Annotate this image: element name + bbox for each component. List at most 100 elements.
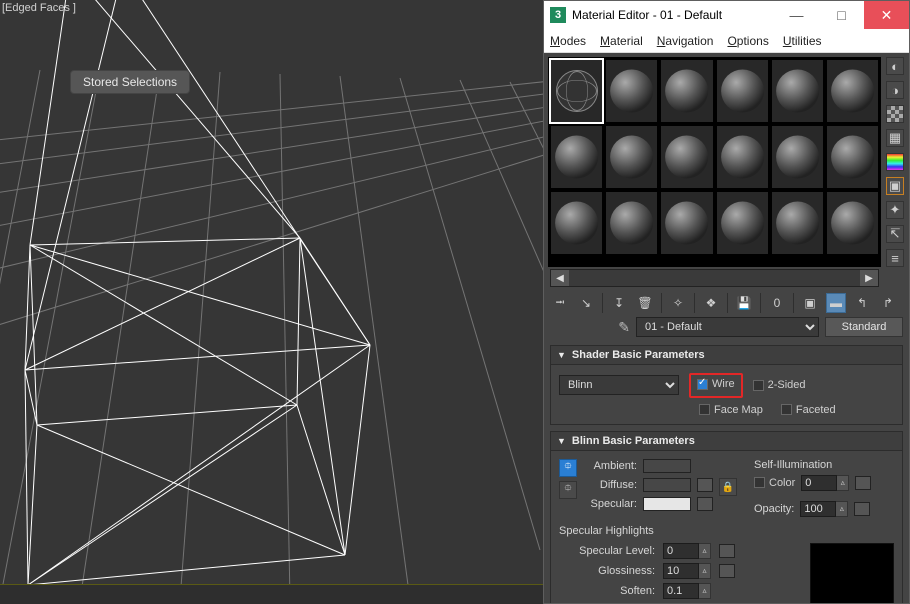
go-parent-icon[interactable]: ↰: [852, 293, 872, 313]
menu-options[interactable]: Options: [727, 34, 768, 48]
timeline-bar[interactable]: [0, 584, 543, 604]
ambient-diffuse-lock-button[interactable]: ⯐: [559, 459, 577, 477]
scroll-left-icon[interactable]: ◀: [551, 270, 569, 286]
sample-slot[interactable]: [826, 59, 879, 123]
specular-map-slot[interactable]: [697, 497, 713, 511]
put-to-scene-icon[interactable]: ↘: [576, 293, 596, 313]
sample-slot[interactable]: [716, 59, 769, 123]
viewport-3d[interactable]: [Edged Faces ] Stored Selections: [0, 0, 543, 604]
show-map-icon[interactable]: ▣: [800, 293, 820, 313]
shader-basic-header[interactable]: ▼ Shader Basic Parameters: [550, 345, 903, 365]
stored-selections-pill[interactable]: Stored Selections: [70, 70, 190, 94]
shader-basic-rollout: ▼ Shader Basic Parameters Blinn Wire: [550, 345, 903, 425]
pick-material-icon[interactable]: ✎: [550, 319, 630, 336]
show-end-result-icon[interactable]: ▬: [826, 293, 846, 313]
opacity-spinner[interactable]: ▵: [800, 501, 848, 517]
sample-slot[interactable]: [716, 125, 769, 189]
sample-slot[interactable]: [550, 125, 603, 189]
minimize-button[interactable]: —: [774, 1, 819, 29]
material-id-icon[interactable]: 0: [767, 293, 787, 313]
twosided-checkbox[interactable]: 2-Sided: [753, 379, 806, 391]
material-toolbar: ⭲ ↘ ↧ 🗑 ✧ ❖ 💾 0 ▣ ▬ ↰ ↱: [544, 287, 909, 317]
sample-slot[interactable]: [660, 59, 713, 123]
faceted-checkbox[interactable]: Faceted: [781, 404, 836, 416]
sample-hscrollbar[interactable]: ◀ ▶: [550, 269, 879, 287]
diffuse-color-swatch[interactable]: [643, 478, 691, 492]
sample-slot[interactable]: [716, 191, 769, 255]
diffuse-specular-lock-button[interactable]: ⯐: [559, 481, 577, 499]
go-forward-icon[interactable]: ↱: [878, 293, 898, 313]
self-illumination-group: Self-Illumination Color ▵ Opacit: [754, 459, 894, 517]
menu-material[interactable]: Material: [600, 34, 643, 48]
facemap-checkbox[interactable]: Face Map: [699, 404, 763, 416]
spinner-arrows-icon[interactable]: ▵: [836, 501, 848, 517]
sample-slot-1[interactable]: [550, 59, 603, 123]
shader-type-select[interactable]: Blinn: [559, 375, 679, 395]
material-type-button[interactable]: Standard: [825, 317, 903, 337]
reset-map-icon[interactable]: ✧: [668, 293, 688, 313]
assign-selection-icon[interactable]: ↧: [609, 293, 629, 313]
uv-tile-icon[interactable]: ▦: [886, 129, 904, 147]
opacity-map-slot[interactable]: [854, 502, 870, 516]
backlight-icon[interactable]: ◑: [886, 81, 904, 99]
specular-color-swatch[interactable]: [643, 497, 691, 511]
specular-level-spinner[interactable]: ▵: [663, 543, 711, 559]
lock-icon[interactable]: 🔒: [719, 478, 737, 496]
self-illum-spinner[interactable]: ▵: [801, 475, 849, 491]
select-by-material-icon[interactable]: ↸: [886, 225, 904, 243]
sample-slot[interactable]: [771, 59, 824, 123]
material-list-icon[interactable]: ≡: [886, 249, 904, 267]
get-material-icon[interactable]: ⭲: [550, 293, 570, 313]
specular-level-map-slot[interactable]: [719, 544, 735, 558]
self-illum-map-slot[interactable]: [855, 476, 871, 490]
menu-utilities[interactable]: Utilities: [783, 34, 822, 48]
material-name-select[interactable]: 01 - Default: [636, 317, 819, 337]
viewport-mode-label[interactable]: [Edged Faces ]: [2, 2, 76, 14]
material-editor-window: 3 Material Editor - 01 - Default — □ ✕ M…: [543, 0, 910, 604]
blinn-basic-header[interactable]: ▼ Blinn Basic Parameters: [550, 431, 903, 451]
sample-slot[interactable]: [771, 125, 824, 189]
ambient-color-swatch[interactable]: [643, 459, 691, 473]
titlebar[interactable]: 3 Material Editor - 01 - Default — □ ✕: [544, 1, 909, 29]
menu-navigation[interactable]: Navigation: [657, 34, 714, 48]
checkbox-on-icon: [697, 379, 708, 390]
wire-highlight: Wire: [689, 373, 743, 398]
sample-side-toolbar: ◐ ◑ ▦ ▣ ✦ ↸ ≡: [881, 57, 905, 267]
glossiness-spinner[interactable]: ▵: [663, 563, 711, 579]
sample-slot[interactable]: [605, 191, 658, 255]
sample-type-icon[interactable]: ◐: [886, 57, 904, 75]
wire-checkbox[interactable]: Wire: [697, 378, 735, 390]
sample-slot[interactable]: [660, 125, 713, 189]
collapse-icon: ▼: [557, 350, 566, 360]
sample-slot[interactable]: [605, 59, 658, 123]
glossiness-map-slot[interactable]: [719, 564, 735, 578]
make-unique-icon[interactable]: ❖: [701, 293, 721, 313]
restore-button[interactable]: □: [819, 1, 864, 29]
sample-slot[interactable]: [826, 125, 879, 189]
sample-slot[interactable]: [550, 191, 603, 255]
collapse-icon: ▼: [557, 436, 566, 446]
sample-slot[interactable]: [771, 191, 824, 255]
close-button[interactable]: ✕: [864, 1, 909, 29]
options-icon[interactable]: ✦: [886, 201, 904, 219]
menu-modes[interactable]: Modes: [550, 34, 586, 48]
background-icon[interactable]: [886, 105, 904, 123]
video-color-icon[interactable]: [886, 153, 904, 171]
sample-slot[interactable]: [826, 191, 879, 255]
diffuse-map-slot[interactable]: [697, 478, 713, 492]
scroll-right-icon[interactable]: ▶: [860, 270, 878, 286]
window-title: Material Editor - 01 - Default: [572, 8, 722, 22]
delete-icon[interactable]: 🗑: [635, 293, 655, 313]
soften-spinner[interactable]: ▵: [663, 583, 711, 599]
sample-slot[interactable]: [660, 191, 713, 255]
preview-icon[interactable]: ▣: [886, 177, 904, 195]
sample-slot-grid: [548, 57, 881, 267]
self-illum-color-checkbox[interactable]: Color: [754, 477, 795, 489]
blinn-basic-rollout: ▼ Blinn Basic Parameters Self-Illuminati…: [550, 431, 903, 604]
spinner-arrows-icon[interactable]: ▵: [699, 563, 711, 579]
spinner-arrows-icon[interactable]: ▵: [699, 583, 711, 599]
sample-slot[interactable]: [605, 125, 658, 189]
put-to-library-icon[interactable]: 💾: [734, 293, 754, 313]
spinner-arrows-icon[interactable]: ▵: [837, 475, 849, 491]
spinner-arrows-icon[interactable]: ▵: [699, 543, 711, 559]
